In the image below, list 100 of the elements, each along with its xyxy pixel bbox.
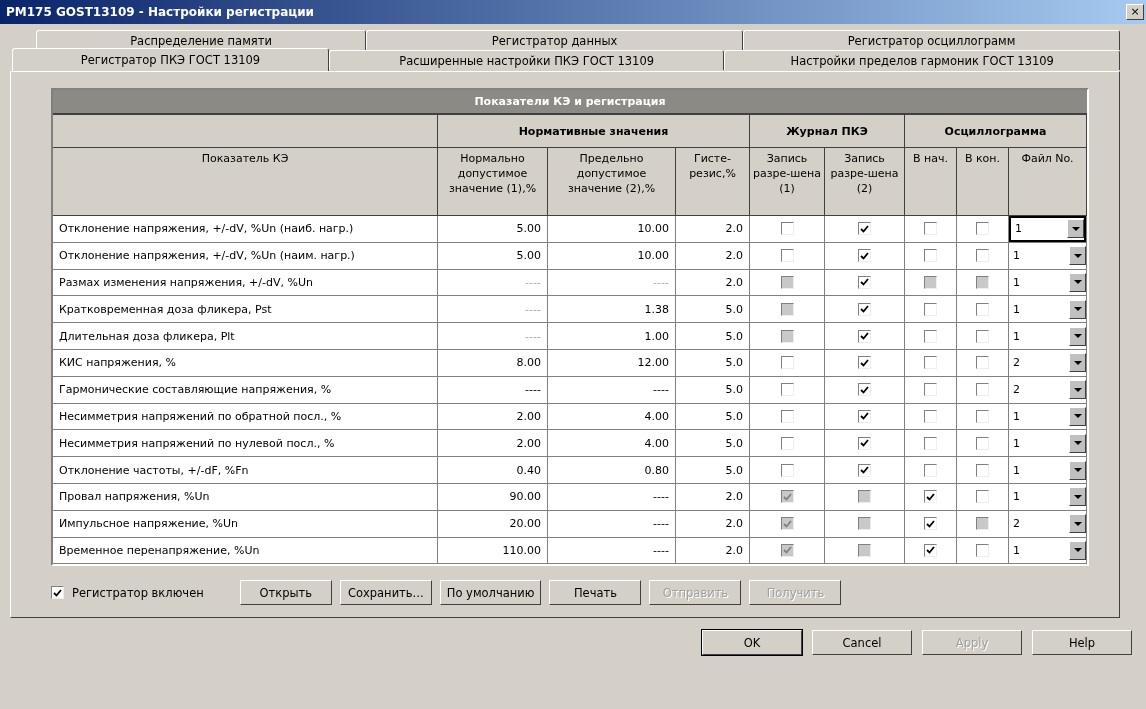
checkbox[interactable] (976, 409, 989, 423)
checkbox[interactable] (924, 463, 937, 477)
checkbox[interactable] (976, 329, 989, 343)
file-dropdown[interactable]: 1 (1009, 323, 1086, 349)
column-header: Показатель КЭ (53, 148, 438, 216)
tab[interactable]: Регистратор данных (366, 30, 744, 50)
file-dropdown[interactable]: 2 (1009, 376, 1086, 403)
table-cell: КИС напряжения, % (53, 350, 438, 377)
action-button[interactable]: По умолчанию (439, 580, 542, 606)
tab[interactable]: Настройки пределов гармоник ГОСТ 13109 (724, 50, 1120, 70)
checkbox[interactable] (976, 463, 989, 477)
file-dropdown[interactable]: 1 (1009, 537, 1086, 564)
checkbox[interactable] (858, 222, 871, 236)
table-cell: ---- (548, 537, 676, 565)
dialog-button[interactable]: Help (1032, 630, 1132, 656)
checkbox[interactable] (924, 436, 937, 450)
group-header: Нормативные значения (438, 115, 750, 148)
tab[interactable]: Регистратор ПКЭ ГОСТ 13109 (12, 48, 329, 71)
checkbox[interactable] (858, 329, 871, 343)
checkbox[interactable] (858, 249, 871, 263)
file-dropdown[interactable]: 2 (1009, 510, 1086, 537)
table-cell: 0.40 (438, 457, 548, 484)
table-cell: ---- (548, 510, 676, 538)
table-cell: 5.0 (676, 376, 750, 404)
checkbox[interactable] (858, 276, 871, 289)
table-cell: 2.0 (676, 269, 750, 297)
tab[interactable]: Регистратор осциллограмм (743, 30, 1120, 50)
checkbox[interactable] (780, 463, 794, 477)
checkbox[interactable] (780, 409, 794, 423)
file-dropdown[interactable]: 1 (1009, 403, 1086, 430)
checkbox[interactable] (780, 356, 794, 370)
file-dropdown[interactable]: 1 (1009, 457, 1086, 483)
table-cell: 1.38 (548, 296, 676, 324)
checkbox[interactable] (976, 383, 989, 397)
checkbox[interactable] (858, 463, 871, 477)
table-cell: 10.00 (548, 216, 676, 243)
checkbox[interactable] (976, 490, 989, 504)
tab[interactable]: Расширенные настройки ПКЭ ГОСТ 13109 (328, 50, 725, 70)
checkbox[interactable] (976, 302, 989, 316)
table-cell: ---- (438, 376, 548, 404)
checkbox[interactable] (51, 586, 64, 600)
checkbox[interactable] (924, 543, 937, 557)
file-dropdown[interactable]: 1 (1009, 216, 1086, 242)
table-cell: 2.0 (676, 216, 750, 243)
table-cell: 2.00 (438, 430, 548, 458)
table-cell: 90.00 (438, 483, 548, 511)
checkbox[interactable] (924, 409, 937, 423)
checkbox[interactable] (780, 249, 794, 263)
table-cell: Отклонение напряжения, +/-dV, %Un (наим. нагр.) (53, 242, 438, 270)
checkbox[interactable] (924, 490, 937, 504)
checkbox[interactable] (976, 222, 989, 236)
checkbox[interactable] (924, 302, 937, 316)
checkbox[interactable] (858, 356, 871, 370)
checkbox[interactable] (924, 249, 937, 263)
checkbox[interactable] (780, 222, 794, 236)
table-cell: ---- (548, 483, 676, 511)
file-dropdown[interactable]: 2 (1009, 350, 1086, 376)
checkbox[interactable] (976, 436, 989, 450)
action-button[interactable]: Печать (549, 580, 642, 606)
checkbox[interactable] (976, 543, 989, 557)
checkbox[interactable] (780, 383, 794, 397)
file-dropdown[interactable]: 1 (1009, 242, 1086, 269)
checkbox[interactable] (976, 356, 989, 370)
dialog-button[interactable]: OK (702, 630, 802, 656)
checkbox[interactable] (858, 302, 871, 316)
table-cell: Кратковременная доза фликера, Pst (53, 296, 438, 324)
table-cell: 5.0 (676, 457, 750, 484)
table-cell: Несимметрия напряжений по нулевой посл., % (53, 430, 438, 458)
checkbox[interactable] (924, 222, 937, 236)
column-header: В нач. (905, 148, 957, 216)
tab[interactable]: Распределение памяти (36, 30, 367, 50)
table-cell: 5.00 (438, 242, 548, 270)
checkbox[interactable] (858, 383, 871, 397)
file-dropdown[interactable]: 1 (1009, 296, 1086, 323)
file-dropdown[interactable]: 1 (1009, 483, 1086, 510)
close-button[interactable]: × (1126, 4, 1144, 20)
table-title: Показатели КЭ и регистрация (53, 90, 1087, 115)
column-header: Предельно допустимое значение (2),% (548, 148, 676, 216)
checkbox[interactable] (976, 249, 989, 263)
checkbox[interactable] (858, 409, 871, 423)
checkbox[interactable] (858, 436, 871, 450)
table-cell: 1.00 (548, 323, 676, 350)
action-button[interactable]: Открыть (239, 580, 332, 606)
table-cell: 5.0 (676, 403, 750, 431)
table-cell: 12.00 (548, 350, 676, 377)
checkbox[interactable] (924, 517, 937, 531)
checkbox[interactable] (780, 436, 794, 450)
checkbox[interactable] (924, 329, 937, 343)
table-cell: 0.80 (548, 457, 676, 484)
table-cell: 20.00 (438, 510, 548, 538)
table-cell: 4.00 (548, 430, 676, 458)
file-dropdown[interactable]: 1 (1009, 430, 1086, 457)
action-button[interactable]: Сохранить... (339, 580, 432, 606)
column-header: Гисте-резис,% (676, 148, 750, 216)
table-cell: 110.00 (438, 537, 548, 565)
checkbox[interactable] (924, 356, 937, 370)
checkbox[interactable] (924, 383, 937, 397)
table-cell: 2.0 (676, 242, 750, 270)
file-dropdown[interactable]: 1 (1009, 269, 1086, 296)
dialog-button[interactable]: Cancel (812, 630, 912, 656)
